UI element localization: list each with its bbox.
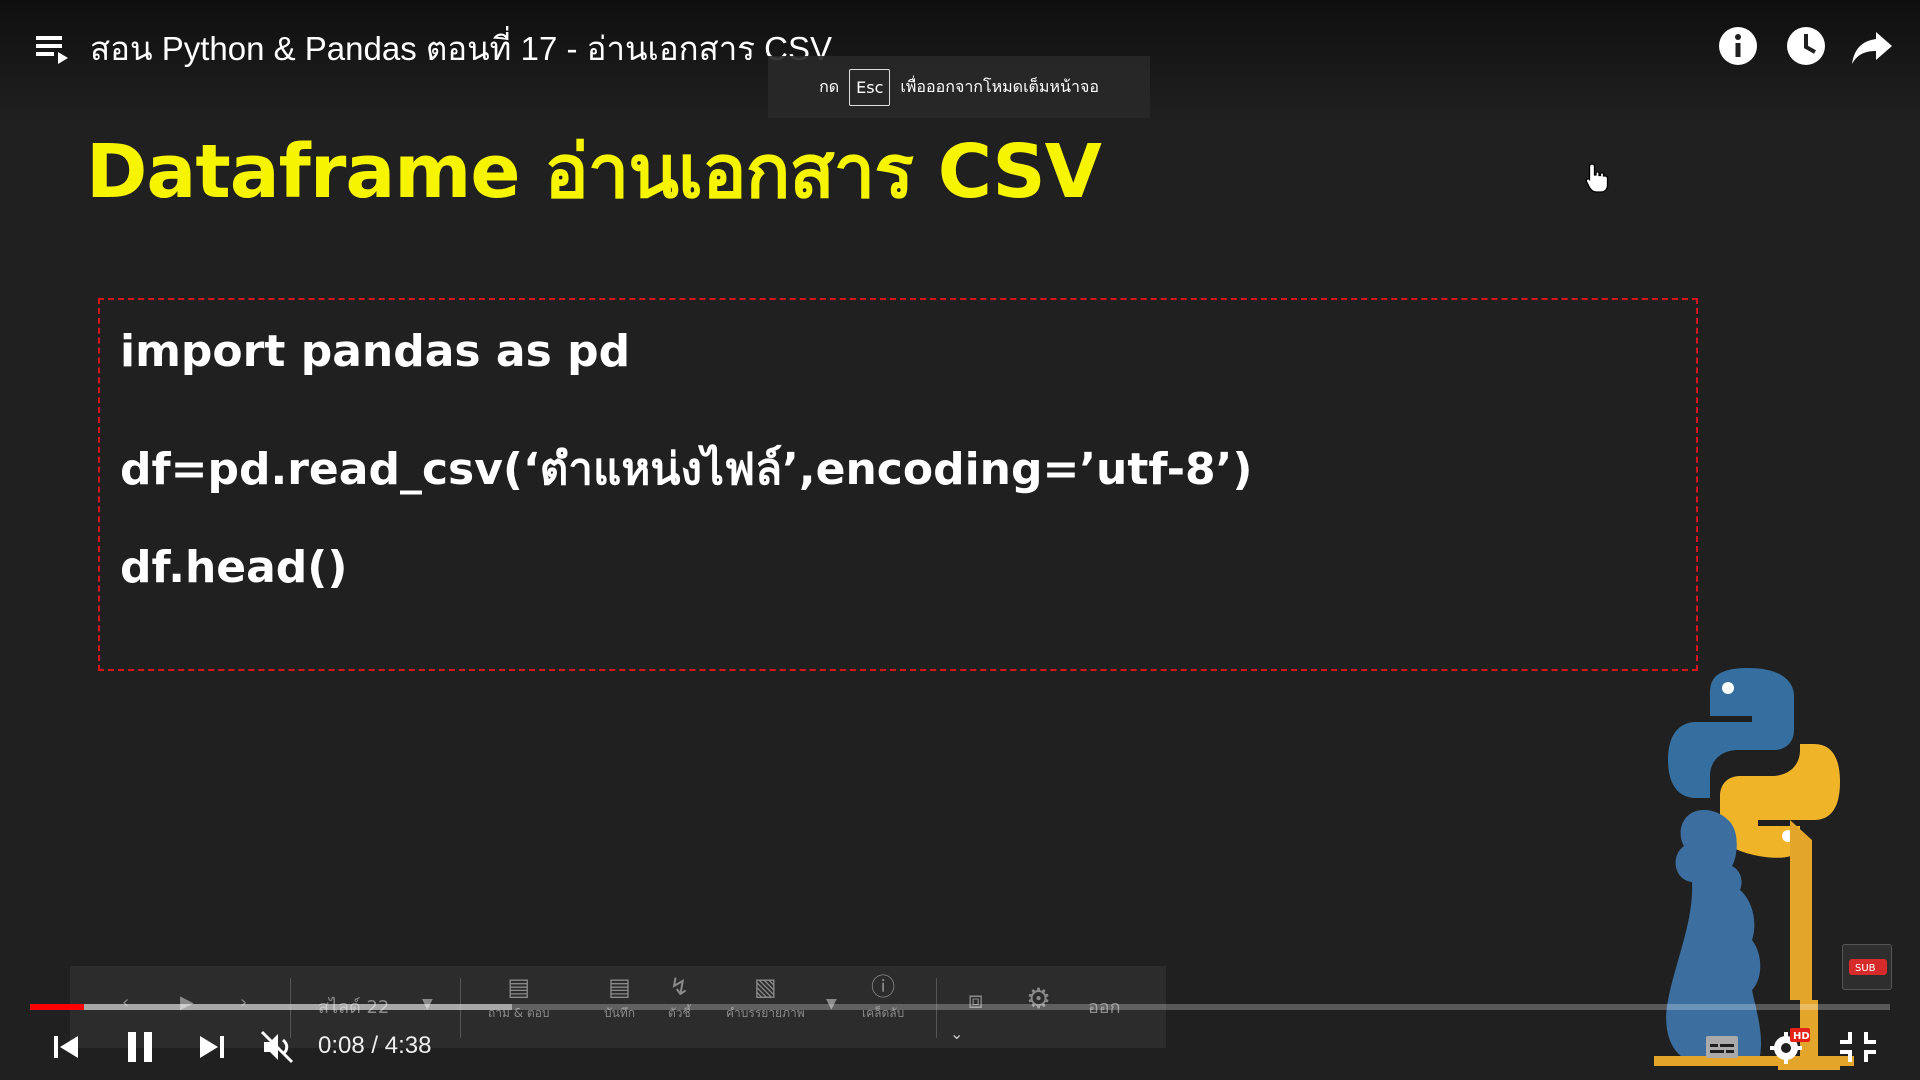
fullscreen-exit-toast: กด Esc เพื่อออกจากโหมดเต็มหน้าจอ: [768, 56, 1150, 118]
skip-next-icon[interactable]: [190, 1026, 234, 1068]
pointer-button[interactable]: ↯ ตัวชี้: [668, 972, 691, 1023]
code-line: df=pd.read_csv(‘ตำแหน่งไฟล์’,encoding=’u…: [120, 444, 1253, 495]
subtitles-icon[interactable]: [1700, 1026, 1744, 1068]
captions-icon: ▧: [753, 973, 777, 1001]
slide-title: Dataframe อ่านเอกสาร CSV: [86, 129, 1102, 215]
gear-icon[interactable]: HD: [1766, 1026, 1810, 1068]
skip-previous-icon[interactable]: [44, 1026, 88, 1068]
clock-icon[interactable]: [1784, 24, 1828, 68]
volume-muted-icon[interactable]: [256, 1026, 300, 1068]
qa-button[interactable]: ▤ ถาม & ตอบ: [488, 972, 550, 1023]
chat-icon: ▤: [507, 973, 531, 1001]
code-line: df.head(): [120, 542, 348, 593]
share-icon[interactable]: [1850, 24, 1894, 68]
hd-badge: HD: [1793, 1031, 1810, 1042]
video-title[interactable]: สอน Python & Pandas ตอนที่ 17 - อ่านเอกส…: [90, 22, 832, 75]
progress-bar[interactable]: [30, 1004, 1890, 1010]
chevron-down-icon[interactable]: ⌄: [950, 1024, 963, 1043]
info-icon[interactable]: [1716, 24, 1760, 68]
hand-cursor-icon: [1585, 163, 1609, 193]
toast-prefix: กด: [819, 76, 840, 96]
subscribe-badge[interactable]: SUB: [1842, 944, 1892, 990]
esc-key: Esc: [849, 68, 891, 106]
gear-icon[interactable]: ⚙: [1026, 982, 1051, 1015]
exit-fullscreen-icon[interactable]: [1836, 1026, 1880, 1068]
code-line: import pandas as pd: [120, 326, 631, 377]
notes-button[interactable]: ▤ บันทึก: [604, 972, 635, 1023]
notes-icon: ▤: [608, 973, 631, 1001]
tips-button[interactable]: ⓘ เคล็ดลับ: [862, 972, 904, 1023]
lightning-icon: ↯: [669, 973, 690, 1001]
captions-button[interactable]: ▧ คำบรรยายภาพ: [726, 972, 805, 1023]
code-box: import pandas as pd df=pd.read_csv(‘ตำแห…: [98, 298, 1698, 671]
pause-icon[interactable]: [118, 1026, 162, 1068]
playlist-icon[interactable]: [30, 28, 74, 68]
progress-played: [30, 1004, 84, 1010]
toast-suffix: เพื่อออกจากโหมดเต็มหน้าจอ: [900, 76, 1099, 96]
sub-badge-text: SUB: [1855, 963, 1876, 974]
progress-loaded: [30, 1004, 512, 1010]
time-display: 0:08 / 4:38: [318, 1032, 432, 1059]
info-icon: ⓘ: [871, 973, 896, 1001]
video-frame[interactable]: Dataframe อ่านเอกสาร CSV import pandas a…: [0, 0, 1920, 1080]
